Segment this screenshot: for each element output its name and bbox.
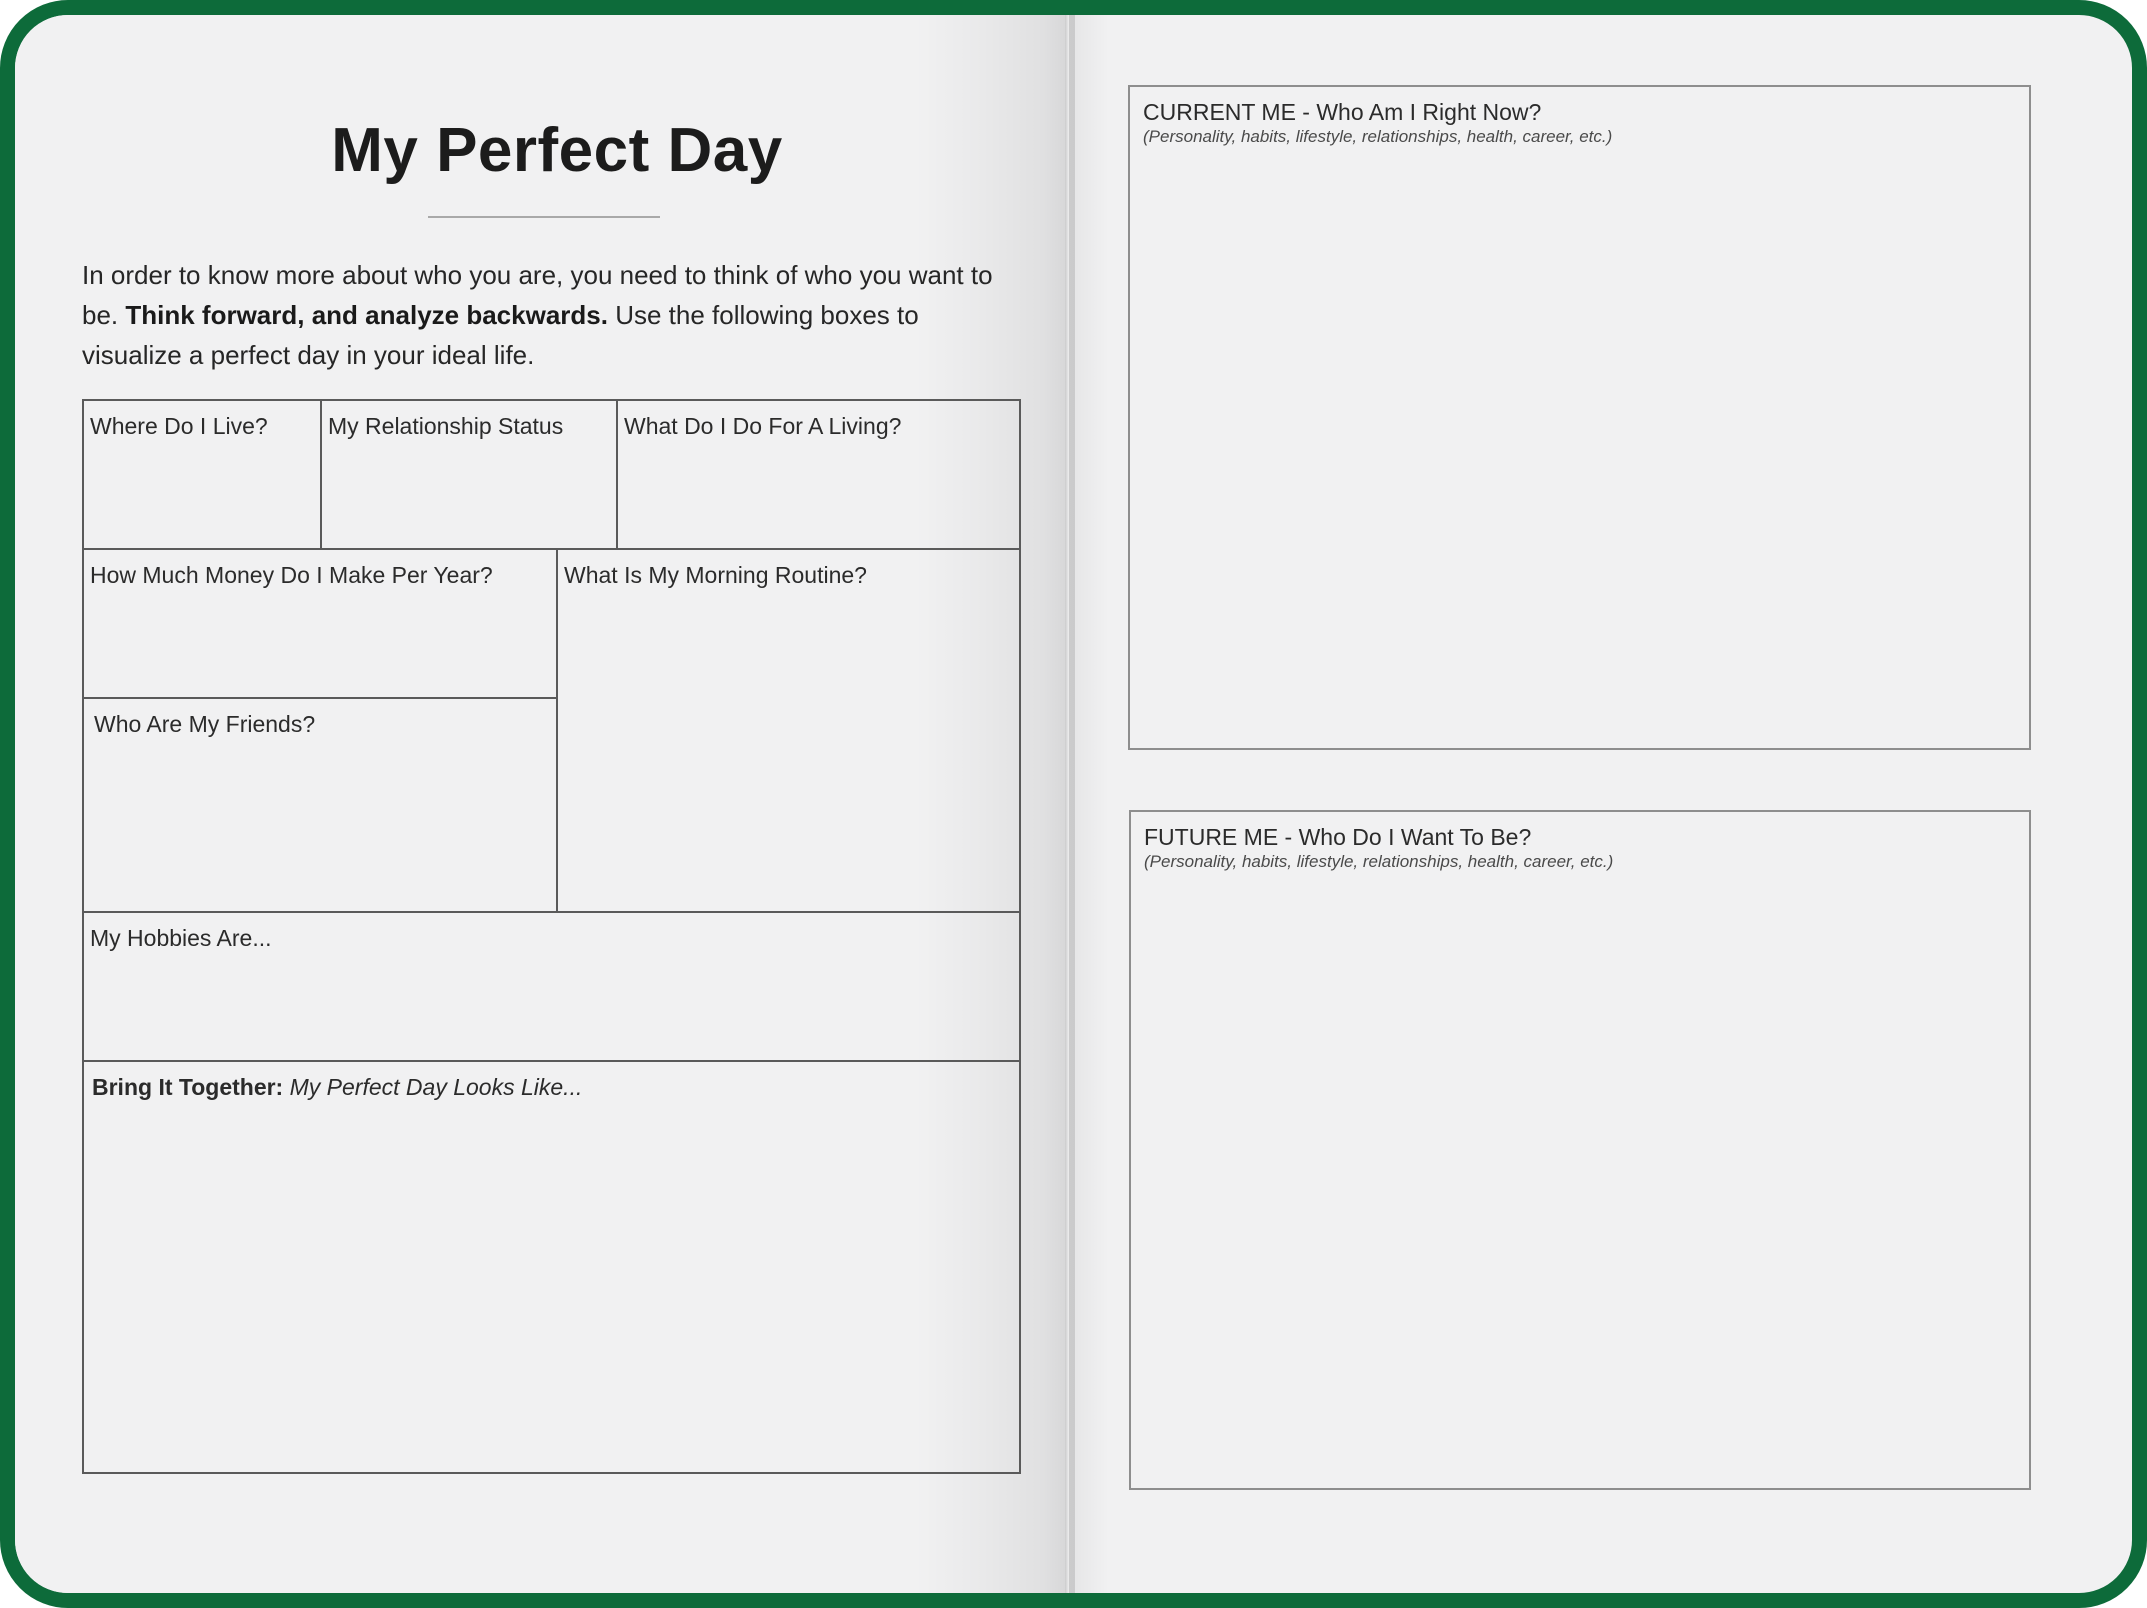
intro-bold-text: Think forward, and analyze backwards. xyxy=(125,300,608,330)
box-label-bold: Bring It Together: xyxy=(92,1074,284,1100)
box-label: What Is My Morning Routine? xyxy=(564,562,867,588)
box-relationship-status[interactable]: My Relationship Status xyxy=(320,399,618,550)
box-where-live[interactable]: Where Do I Live? xyxy=(82,399,322,550)
box-money[interactable]: How Much Money Do I Make Per Year? xyxy=(82,548,558,699)
intro-paragraph: In order to know more about who you are,… xyxy=(82,255,1012,375)
box-hobbies[interactable]: My Hobbies Are... xyxy=(82,911,1021,1062)
future-me-heading: FUTURE ME - Who Do I Want To Be? xyxy=(1144,824,1532,850)
future-me-subtitle: (Personality, habits, lifestyle, relatio… xyxy=(1144,852,1614,871)
box-living[interactable]: What Do I Do For A Living? xyxy=(616,399,1021,550)
box-label: Bring It Together: My Perfect Day Looks … xyxy=(92,1074,582,1101)
box-label: How Much Money Do I Make Per Year? xyxy=(90,562,493,588)
box-morning-routine[interactable]: What Is My Morning Routine? xyxy=(556,548,1021,913)
box-future-me[interactable]: FUTURE ME - Who Do I Want To Be? (Person… xyxy=(1129,810,2031,1490)
box-friends[interactable]: Who Are My Friends? xyxy=(82,697,558,913)
title-divider xyxy=(428,216,660,218)
box-label: Where Do I Live? xyxy=(90,413,268,439)
box-label: Who Are My Friends? xyxy=(94,711,316,737)
box-label-italic: My Perfect Day Looks Like... xyxy=(283,1074,583,1100)
page-title: My Perfect Day xyxy=(331,116,783,185)
right-page-gutter xyxy=(1069,15,1109,1593)
box-label: What Do I Do For A Living? xyxy=(624,413,902,439)
box-label: My Hobbies Are... xyxy=(90,925,272,951)
current-me-heading: CURRENT ME - Who Am I Right Now? xyxy=(1143,99,1542,125)
current-me-subtitle: (Personality, habits, lifestyle, relatio… xyxy=(1143,127,1613,146)
box-bring-it-together[interactable]: Bring It Together: My Perfect Day Looks … xyxy=(82,1060,1021,1474)
box-current-me[interactable]: CURRENT ME - Who Am I Right Now? (Person… xyxy=(1128,85,2031,750)
notebook-spread: My Perfect Day In order to know more abo… xyxy=(0,0,2147,1608)
box-label: My Relationship Status xyxy=(328,413,564,439)
